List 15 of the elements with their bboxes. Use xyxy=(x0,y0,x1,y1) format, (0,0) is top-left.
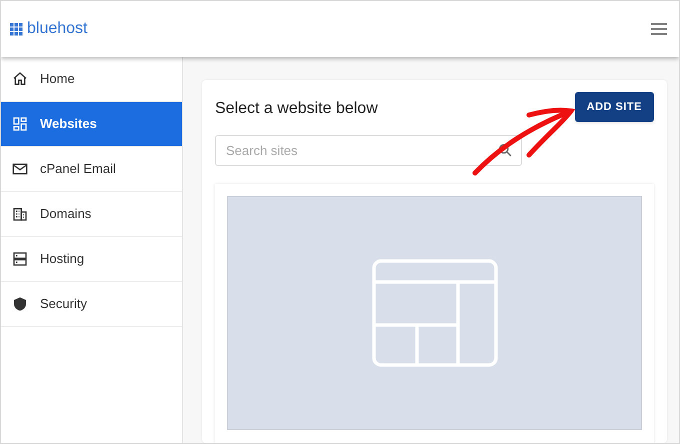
search-field[interactable]: Search sites xyxy=(215,135,522,166)
server-icon xyxy=(12,251,28,267)
shield-icon xyxy=(12,296,28,312)
layout-icon xyxy=(372,259,498,367)
section-heading: Select a website below xyxy=(215,99,378,119)
home-icon xyxy=(12,71,28,87)
envelope-icon xyxy=(12,161,28,177)
sidebar-item[interactable]: Websites xyxy=(1,102,182,147)
building-icon xyxy=(12,206,28,222)
grid-icon xyxy=(12,116,28,132)
menu-icon[interactable] xyxy=(649,21,669,37)
search-icon xyxy=(498,143,512,157)
logo-text: bluehost xyxy=(27,21,88,37)
logo-icon xyxy=(10,22,23,36)
add-site-button[interactable]: ADD SITE xyxy=(574,92,654,122)
